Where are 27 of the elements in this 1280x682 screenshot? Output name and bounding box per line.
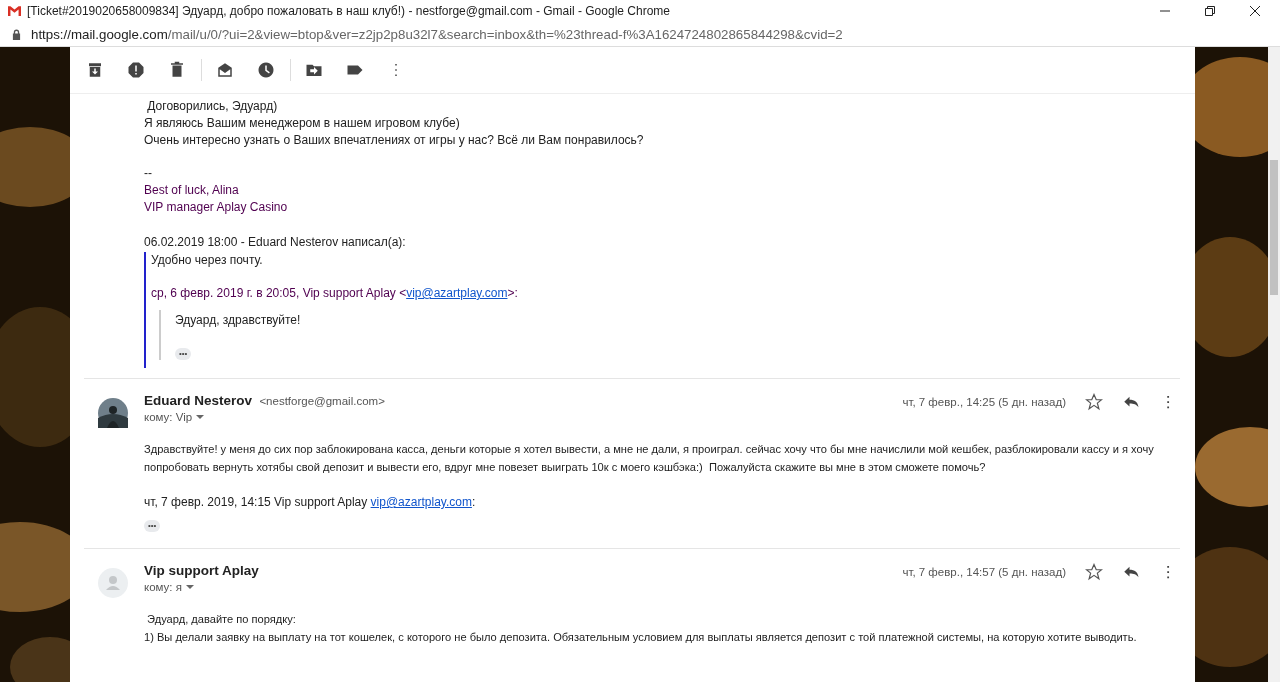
quote-header: 06.02.2019 18:00 - Eduard Nesterov написал(а): bbox=[144, 234, 407, 251]
body-text: 1) Вы делали заявку на выплату на тот кошелек, с которого не было депозита. Обязательным условием для выплаты является депозит с той платежной системы, на которую хотите выводить. bbox=[144, 630, 1138, 645]
body-text: Здравствуйте! у меня до сих пор заблокирована касса, деньги которые я хотел вывести, а мне не дали, я проиграл. сейчас хочу что бы мне начислили мой кешбек, разблокировали кассу и я хочу попробовать вернуть хотябы свой депозит и вывести его, вдруг мне повезет выиграть 10к с моего кэшбэка:) Пожалуйста скажите вы мне в этом сможете помочь? bbox=[144, 442, 1155, 475]
body-line: Очень интересно узнать о Ваших впечатлениях от игры у нас? Всё ли Вам понравилось? bbox=[144, 132, 645, 149]
body-line: Я являюсь Вашим менеджером в нашем игровом клубе) bbox=[144, 115, 461, 132]
show-trimmed-button[interactable]: ••• bbox=[175, 348, 192, 360]
window-title: [Ticket#2019020658009834] Эдуард, добро пожаловать в наш клуб!) - nestforge@gmail.com - Gmail - Google Chrome bbox=[27, 4, 670, 18]
body-line: Договорились, Эдуард) bbox=[146, 98, 279, 115]
recipient-dropdown[interactable]: кому: я bbox=[144, 581, 259, 593]
sender-name: Vip support Aplay bbox=[144, 563, 259, 578]
show-trimmed-button[interactable]: ••• bbox=[144, 520, 161, 532]
message-date: чт, 7 февр., 14:57 (5 дн. назад) bbox=[902, 566, 1066, 578]
signature-line: VIP manager Aplay Casino bbox=[144, 199, 289, 216]
signature-dash: -- bbox=[144, 165, 153, 182]
email-link[interactable]: vip@azartplay.com bbox=[406, 286, 508, 300]
message-date: чт, 7 февр., 14:25 (5 дн. назад) bbox=[902, 396, 1066, 408]
sender-email: <nestforge@gmail.com> bbox=[259, 395, 385, 407]
signature-line: Best of luck, Alina bbox=[144, 182, 240, 199]
url-text[interactable]: https://mail.google.com/mail/u/0/?ui=2&view=btop&ver=z2jp2p8u32l7&search=inbox&th=%23thread-f%3A1624724802865844298&cvid=2 bbox=[31, 26, 843, 42]
reply-header: ср, 6 февр. 2019 г. в 20:05, Vip support Aplay <vip@azartplay.com>: bbox=[151, 285, 519, 302]
quoted-text: Эдуард, здравствуйте! bbox=[175, 312, 302, 329]
quoted-text: Удобно через почту. bbox=[151, 252, 264, 269]
sender-name: Eduard Nesterov bbox=[144, 393, 253, 408]
email-link[interactable]: vip@azartplay.com bbox=[370, 495, 472, 509]
body-text: Эдуард, давайте по порядку: bbox=[146, 612, 297, 627]
quote-header: чт, 7 февр. 2019, 14:15 Vip support Aplay vip@azartplay.com: bbox=[144, 494, 477, 511]
recipient-dropdown[interactable]: кому: Vip bbox=[144, 411, 385, 423]
